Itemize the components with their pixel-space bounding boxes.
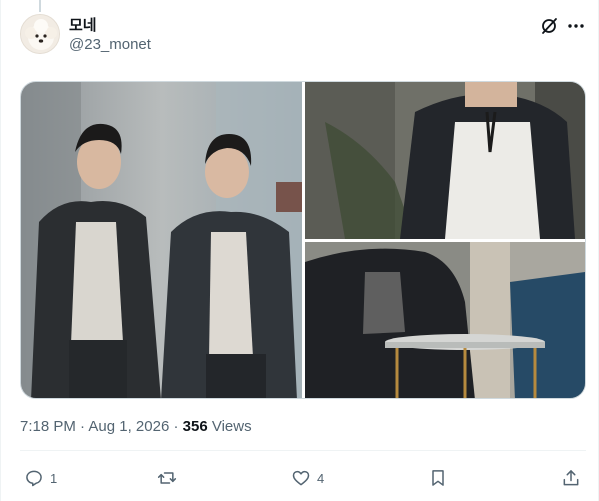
timestamp-link[interactable]: 7:18 PM · Aug 1, 2026 [20, 418, 169, 435]
bookmark-button[interactable] [428, 463, 448, 493]
meta-separator: · [80, 418, 86, 435]
like-count: 4 [317, 470, 325, 486]
tweet-time: 7:18 PM [20, 418, 76, 435]
views-count: 356 [182, 418, 208, 435]
media-grid [20, 81, 586, 399]
repost-icon [157, 472, 177, 484]
views-label: Views [211, 418, 252, 435]
poodle-avatar-image [21, 15, 59, 53]
grok-button[interactable] [537, 14, 561, 38]
views-link[interactable]: 356 Views [183, 418, 252, 435]
thread-connector-line [39, 0, 41, 12]
tweet-card: 모네 @23_monet 7:18 PM · Aug 1, 2026 · 356… [0, 0, 599, 501]
photo-tank-top [305, 82, 585, 239]
media-photo-2[interactable] [305, 82, 585, 239]
like-button[interactable]: 4 [291, 463, 324, 493]
share-button[interactable] [561, 463, 581, 493]
like-icon [292, 470, 310, 486]
reply-count: 1 [50, 470, 58, 486]
divider [20, 450, 586, 451]
action-bar: 1 4 [20, 463, 586, 493]
more-options-button[interactable] [564, 14, 588, 38]
more-icon [568, 24, 584, 28]
media-photo-3[interactable] [305, 242, 585, 398]
meta-separator-2: · [173, 418, 179, 435]
tweet-date: Aug 1, 2026 [88, 418, 170, 435]
grok-icon [542, 18, 557, 34]
user-handle[interactable]: @23_monet [69, 36, 151, 53]
bookmark-icon [432, 470, 444, 486]
reply-icon [26, 470, 42, 487]
photo-two-men [21, 82, 302, 398]
photo-seated-table [305, 242, 585, 398]
display-name[interactable]: 모네 [69, 14, 97, 35]
reply-button[interactable]: 1 [24, 463, 57, 493]
media-photo-1[interactable] [21, 82, 302, 398]
share-icon [563, 470, 579, 486]
repost-button[interactable] [157, 463, 183, 493]
avatar[interactable] [20, 14, 60, 54]
tweet-meta: 7:18 PM · Aug 1, 2026 · 356 Views [20, 418, 252, 435]
